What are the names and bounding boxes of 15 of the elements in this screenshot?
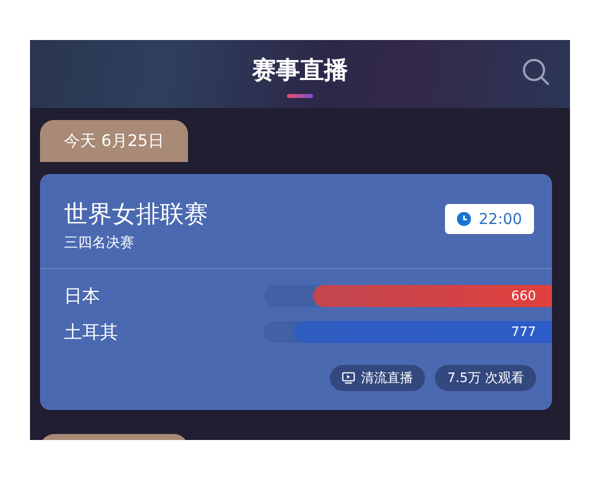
vote-bar: 777: [292, 321, 552, 343]
page-title: 赛事直播: [252, 55, 348, 86]
vote-bar: 660: [312, 285, 552, 307]
title-underline: [287, 94, 313, 98]
stream-button[interactable]: 清流直播: [330, 365, 426, 391]
match-title: 世界女排联赛: [64, 199, 208, 230]
match-card[interactable]: 世界女排联赛 三四名决赛 22:00 日本 660 土耳其 777 清流直播 7.5万 次观看: [40, 174, 552, 410]
view-count: 7.5万 次观看: [435, 365, 536, 391]
clock-icon: [456, 212, 471, 226]
search-icon[interactable]: [522, 58, 550, 86]
match-stage: 三四名决赛: [64, 234, 135, 252]
team-name: 土耳其: [64, 321, 119, 344]
tv-icon: [342, 372, 356, 384]
time-badge: 22:00: [444, 204, 534, 234]
team-name: 日本: [64, 285, 101, 308]
